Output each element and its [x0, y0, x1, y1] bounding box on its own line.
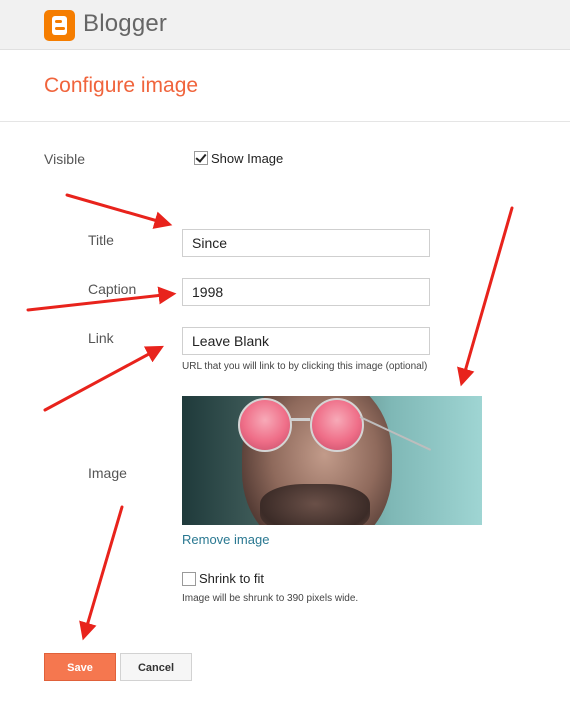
arrow-to-link — [43, 345, 164, 412]
remove-image-link[interactable]: Remove image — [182, 532, 269, 547]
caption-input[interactable] — [182, 278, 430, 306]
image-label: Image — [88, 465, 127, 481]
save-button[interactable]: Save — [44, 653, 116, 681]
brand-name: Blogger — [83, 10, 168, 37]
annotation-arrows — [26, 193, 514, 641]
top-bar: Blogger — [0, 0, 570, 50]
divider — [0, 121, 570, 122]
show-image-checkbox[interactable] — [194, 151, 208, 165]
visible-label: Visible — [44, 151, 85, 167]
arrow-to-image — [457, 206, 514, 387]
shrink-hint: Image will be shrunk to 390 pixels wide. — [182, 593, 359, 604]
link-input[interactable] — [182, 327, 430, 355]
title-label: Title — [88, 232, 114, 248]
show-image-label[interactable]: Show Image — [211, 151, 283, 166]
arrow-to-title — [65, 193, 173, 229]
shrink-to-fit-checkbox[interactable] — [182, 572, 196, 586]
link-hint: URL that you will link to by clicking th… — [182, 361, 428, 372]
blogger-logo-icon[interactable] — [44, 10, 75, 41]
link-label: Link — [88, 330, 114, 346]
arrow-to-save — [79, 505, 124, 641]
caption-label: Caption — [88, 281, 137, 297]
page-title: Configure image — [44, 74, 199, 97]
cancel-button[interactable]: Cancel — [120, 653, 192, 681]
shrink-to-fit-label[interactable]: Shrink to fit — [199, 571, 264, 586]
image-preview — [182, 396, 482, 525]
title-input[interactable] — [182, 229, 430, 257]
